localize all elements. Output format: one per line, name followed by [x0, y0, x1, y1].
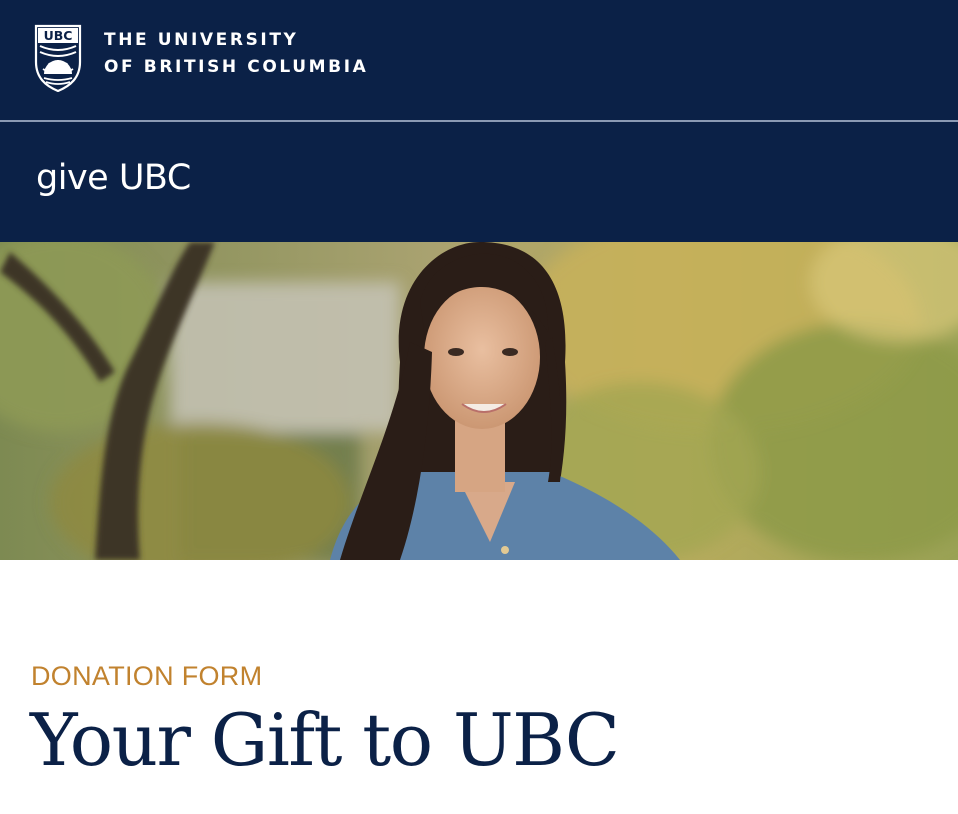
hero-image	[0, 242, 958, 560]
ubc-home-link[interactable]: UBC THE UNIVERSITY OF BRITISH COLUMBIA	[34, 24, 368, 92]
hero-portrait-photo	[0, 242, 958, 560]
page-title: Your Gift to UBC	[30, 698, 620, 782]
crest-logo-text: UBC	[44, 28, 73, 43]
site-header: give UBC	[0, 122, 958, 242]
main-content: DONATION FORM Your Gift to UBC	[0, 560, 958, 814]
university-name-line1: THE UNIVERSITY	[104, 30, 299, 50]
ubc-crest-icon: UBC	[34, 24, 82, 92]
give-ubc-home-link[interactable]: give UBC	[36, 158, 191, 198]
university-name-line2: OF BRITISH COLUMBIA	[104, 57, 369, 77]
form-eyebrow-label: DONATION FORM	[31, 661, 263, 691]
university-wordmark: THE UNIVERSITY OF BRITISH COLUMBIA	[104, 27, 368, 81]
university-header: UBC THE UNIVERSITY OF BRITISH COLUMBIA	[0, 0, 958, 120]
